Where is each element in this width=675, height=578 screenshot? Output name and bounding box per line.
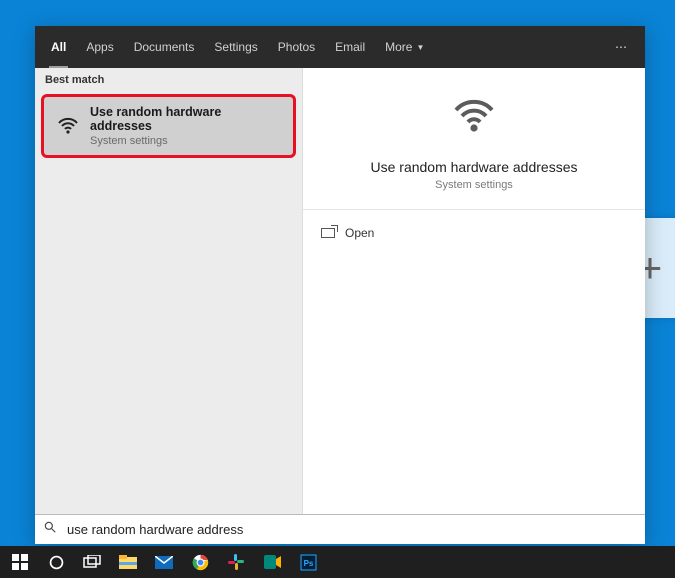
mail-icon[interactable] [148,547,180,577]
taskbar: Ps [0,546,675,578]
more-options-icon[interactable]: ⋯ [615,40,629,54]
chevron-down-icon: ▼ [416,43,424,52]
slack-icon[interactable] [220,547,252,577]
result-use-random-hardware-addresses[interactable]: Use random hardware addresses System set… [41,94,296,158]
preview-subtitle: System settings [315,179,633,191]
search-input[interactable] [65,521,637,538]
preview-actions: Open [303,210,645,256]
open-label: Open [345,226,374,240]
result-subtitle: System settings [90,135,281,147]
tab-settings[interactable]: Settings [204,26,267,68]
result-title: Use random hardware addresses [90,105,281,133]
tab-documents[interactable]: Documents [124,26,205,68]
tab-photos[interactable]: Photos [268,26,325,68]
start-search-panel: All Apps Documents Settings Photos Email… [35,26,645,544]
search-filter-tabs: All Apps Documents Settings Photos Email… [35,26,645,68]
preview-title: Use random hardware addresses [315,159,633,175]
cortana-search-icon[interactable] [40,547,72,577]
search-box-row [35,514,645,544]
start-button[interactable] [4,547,36,577]
wifi-icon [450,92,498,140]
result-preview-pane: Use random hardware addresses System set… [303,68,645,514]
open-action[interactable]: Open [317,220,631,246]
tab-all[interactable]: All [41,26,76,68]
tab-email[interactable]: Email [325,26,375,68]
preview-header: Use random hardware addresses System set… [303,68,645,210]
result-text: Use random hardware addresses System set… [90,105,281,147]
svg-text:Ps: Ps [303,559,313,568]
file-explorer-icon[interactable] [112,547,144,577]
wifi-icon [56,114,80,138]
task-view-icon[interactable] [76,547,108,577]
section-best-match: Best match [35,68,302,92]
chrome-icon[interactable] [184,547,216,577]
search-icon [43,520,57,539]
tab-more[interactable]: More ▼ [375,26,434,68]
tab-more-label: More [385,40,412,54]
tab-apps[interactable]: Apps [76,26,123,68]
search-body: Best match Use random hardware addresses… [35,68,645,514]
photoshop-icon[interactable]: Ps [292,547,324,577]
results-list: Best match Use random hardware addresses… [35,68,303,514]
meet-icon[interactable] [256,547,288,577]
open-icon [321,228,335,238]
